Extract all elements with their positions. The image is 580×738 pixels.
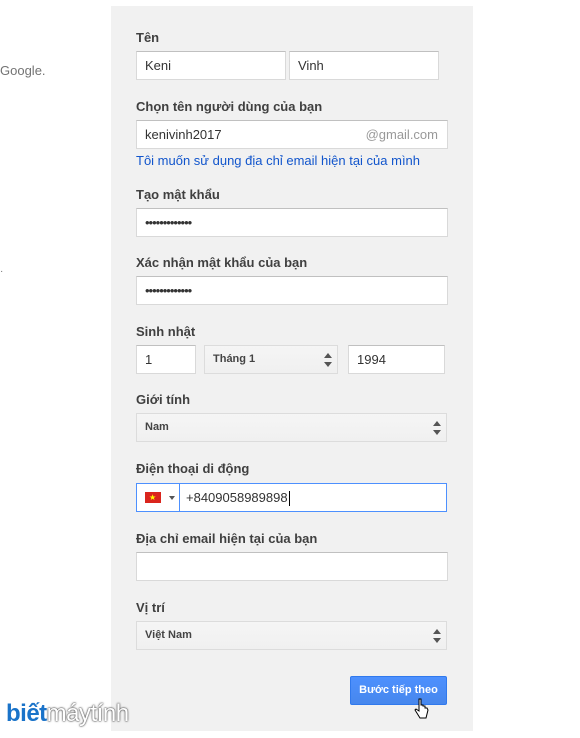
birth-year-input[interactable]: 1994 — [348, 345, 445, 374]
use-current-email-link[interactable]: Tôi muốn sử dụng địa chỉ email hiện tại … — [136, 153, 420, 168]
chevron-down-icon — [169, 496, 175, 500]
next-step-button[interactable]: Bước tiếp theo — [350, 676, 447, 705]
watermark-logo: biếtmáytính — [6, 700, 129, 728]
text-caret — [288, 491, 290, 507]
left-page-tick: · — [0, 266, 4, 277]
phone-input[interactable]: +8409058989898 — [179, 483, 447, 512]
phone-value: +8409058989898 — [186, 490, 288, 505]
username-label: Chọn tên người dùng của bạn — [136, 99, 323, 114]
select-arrows-icon — [433, 629, 441, 643]
current-email-input[interactable] — [136, 552, 448, 581]
birth-month-select[interactable]: Tháng 1 — [204, 345, 338, 374]
current-email-label: Địa chỉ email hiện tại của bạn — [136, 531, 318, 546]
birthday-label: Sinh nhật — [136, 324, 196, 339]
birth-month-value: Tháng 1 — [213, 353, 256, 365]
birth-day-input[interactable]: 1 — [136, 345, 196, 374]
vietnam-flag-icon: ★ — [145, 492, 161, 503]
name-label: Tên — [136, 30, 160, 45]
password-label: Tạo mật khẩu — [136, 187, 220, 202]
phone-label: Điện thoại di động — [136, 461, 250, 476]
select-arrows-icon — [324, 353, 332, 367]
location-select[interactable]: Việt Nam — [136, 621, 447, 650]
location-label: Vị trí — [136, 600, 165, 615]
select-arrows-icon — [433, 421, 441, 435]
first-name-input[interactable]: Keni — [136, 51, 286, 80]
gender-value: Nam — [145, 421, 169, 433]
location-value: Việt Nam — [145, 629, 192, 641]
gmail-suffix: @gmail.com — [365, 127, 438, 142]
confirm-password-label: Xác nhận mật khẩu của bạn — [136, 255, 308, 270]
gender-select[interactable]: Nam — [136, 413, 447, 442]
mouse-pointer-icon — [414, 698, 429, 719]
username-value: kenivinh2017 — [145, 127, 222, 142]
gender-label: Giới tính — [136, 392, 191, 407]
confirm-password-input[interactable]: ••••••••••••• — [136, 276, 448, 305]
country-code-dropdown[interactable]: ★ — [136, 483, 180, 512]
username-input[interactable]: kenivinh2017 @gmail.com — [136, 120, 448, 149]
last-name-input[interactable]: Vinh — [289, 51, 439, 80]
watermark-part1: biết — [6, 700, 47, 727]
left-page-fragment: Google. — [0, 63, 46, 78]
password-input[interactable]: ••••••••••••• — [136, 208, 448, 237]
watermark-part2: máytính — [46, 700, 129, 727]
